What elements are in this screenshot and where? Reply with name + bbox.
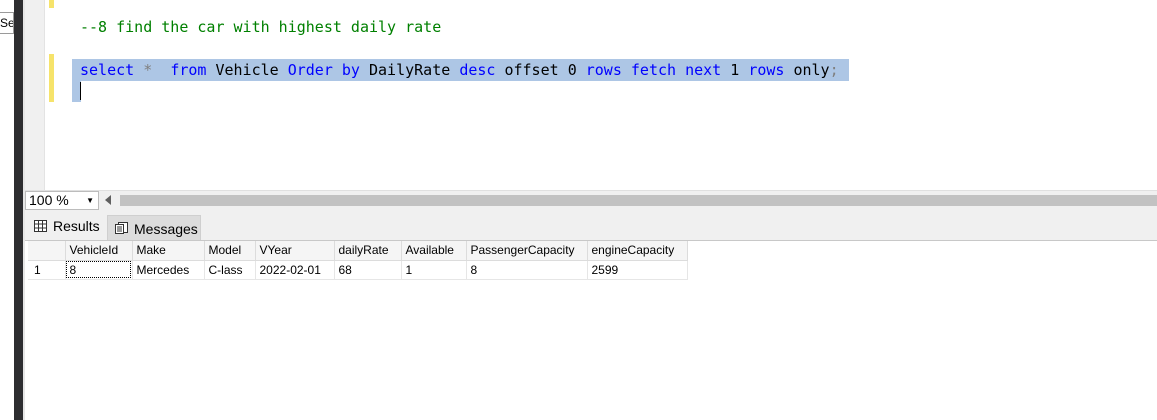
- corner-cell[interactable]: [28, 241, 66, 261]
- messages-icon: [115, 222, 128, 234]
- column-header[interactable]: Make: [132, 241, 205, 261]
- column-header[interactable]: Available: [401, 241, 467, 261]
- table-cell[interactable]: 8: [466, 260, 588, 280]
- offset-value: 0: [567, 61, 577, 79]
- column-name: DailyRate: [369, 61, 451, 79]
- change-marker: [49, 54, 54, 102]
- table-cell[interactable]: C-lass: [204, 260, 256, 280]
- zoom-value: 100 %: [29, 192, 69, 208]
- keyword-from: from: [170, 61, 207, 79]
- table-row[interactable]: 1 8 Mercedes C-lass 2022-02-01 68 1 8 25…: [28, 260, 688, 280]
- tab-results[interactable]: Results: [27, 213, 105, 240]
- results-tab-strip: Results Messages: [25, 210, 1157, 240]
- column-header[interactable]: dailyRate: [334, 241, 402, 261]
- query-editor[interactable]: --8 find the car with highest daily rate…: [25, 0, 1157, 190]
- column-header[interactable]: VehicleId: [65, 241, 133, 261]
- keyword-rows: rows: [748, 61, 785, 79]
- keyword-rows: rows: [585, 61, 622, 79]
- semicolon-token: ;: [829, 61, 839, 79]
- grid-icon: [34, 220, 47, 232]
- keyword-offset: offset: [504, 61, 559, 79]
- table-cell[interactable]: 68: [334, 260, 402, 280]
- results-table: VehicleId Make Model VYear dailyRate Ava…: [28, 241, 688, 280]
- table-cell[interactable]: 2022-02-01: [255, 260, 335, 280]
- star-token: *: [143, 61, 153, 79]
- column-header[interactable]: VYear: [255, 241, 335, 261]
- editor-gutter: [25, 0, 45, 190]
- table-name: Vehicle: [215, 61, 279, 79]
- fetch-value: 1: [730, 61, 740, 79]
- keyword-only: only: [793, 61, 830, 79]
- keyword-select: select: [80, 61, 135, 79]
- header-row: VehicleId Make Model VYear dailyRate Ava…: [28, 241, 688, 261]
- keyword-order-by: Order by: [287, 61, 360, 79]
- editor-status-row: 100 % ▼: [25, 190, 1157, 210]
- tab-messages[interactable]: Messages: [107, 215, 201, 240]
- row-number[interactable]: 1: [28, 260, 66, 280]
- results-grid[interactable]: VehicleId Make Model VYear dailyRate Ava…: [25, 240, 1157, 420]
- query-line: select * from Vehicle Order by DailyRate…: [80, 59, 839, 81]
- window-splitter[interactable]: [14, 0, 23, 420]
- table-cell[interactable]: Mercedes: [132, 260, 205, 280]
- keyword-desc: desc: [459, 61, 496, 79]
- zoom-dropdown[interactable]: 100 % ▼: [25, 191, 99, 210]
- tab-results-label: Results: [53, 218, 100, 234]
- scroll-left-arrow-icon[interactable]: [105, 195, 111, 205]
- change-marker: [49, 0, 54, 8]
- column-header[interactable]: Model: [204, 241, 256, 261]
- comment-line: --8 find the car with highest daily rate: [80, 18, 442, 36]
- table-cell[interactable]: 1: [401, 260, 467, 280]
- column-header[interactable]: PassengerCapacity: [466, 241, 588, 261]
- table-cell[interactable]: 2599: [587, 260, 688, 280]
- table-cell[interactable]: 8: [65, 260, 133, 280]
- chevron-down-icon: ▼: [86, 196, 94, 205]
- column-header[interactable]: engineCapacity: [587, 241, 688, 261]
- keyword-fetch-next: fetch next: [630, 61, 722, 79]
- text-caret: [80, 82, 81, 100]
- horizontal-scrollbar[interactable]: [120, 195, 1157, 206]
- object-explorer-edge: Se: [0, 0, 14, 420]
- tab-messages-label: Messages: [134, 221, 198, 237]
- object-explorer-tab-label[interactable]: Se: [0, 12, 14, 34]
